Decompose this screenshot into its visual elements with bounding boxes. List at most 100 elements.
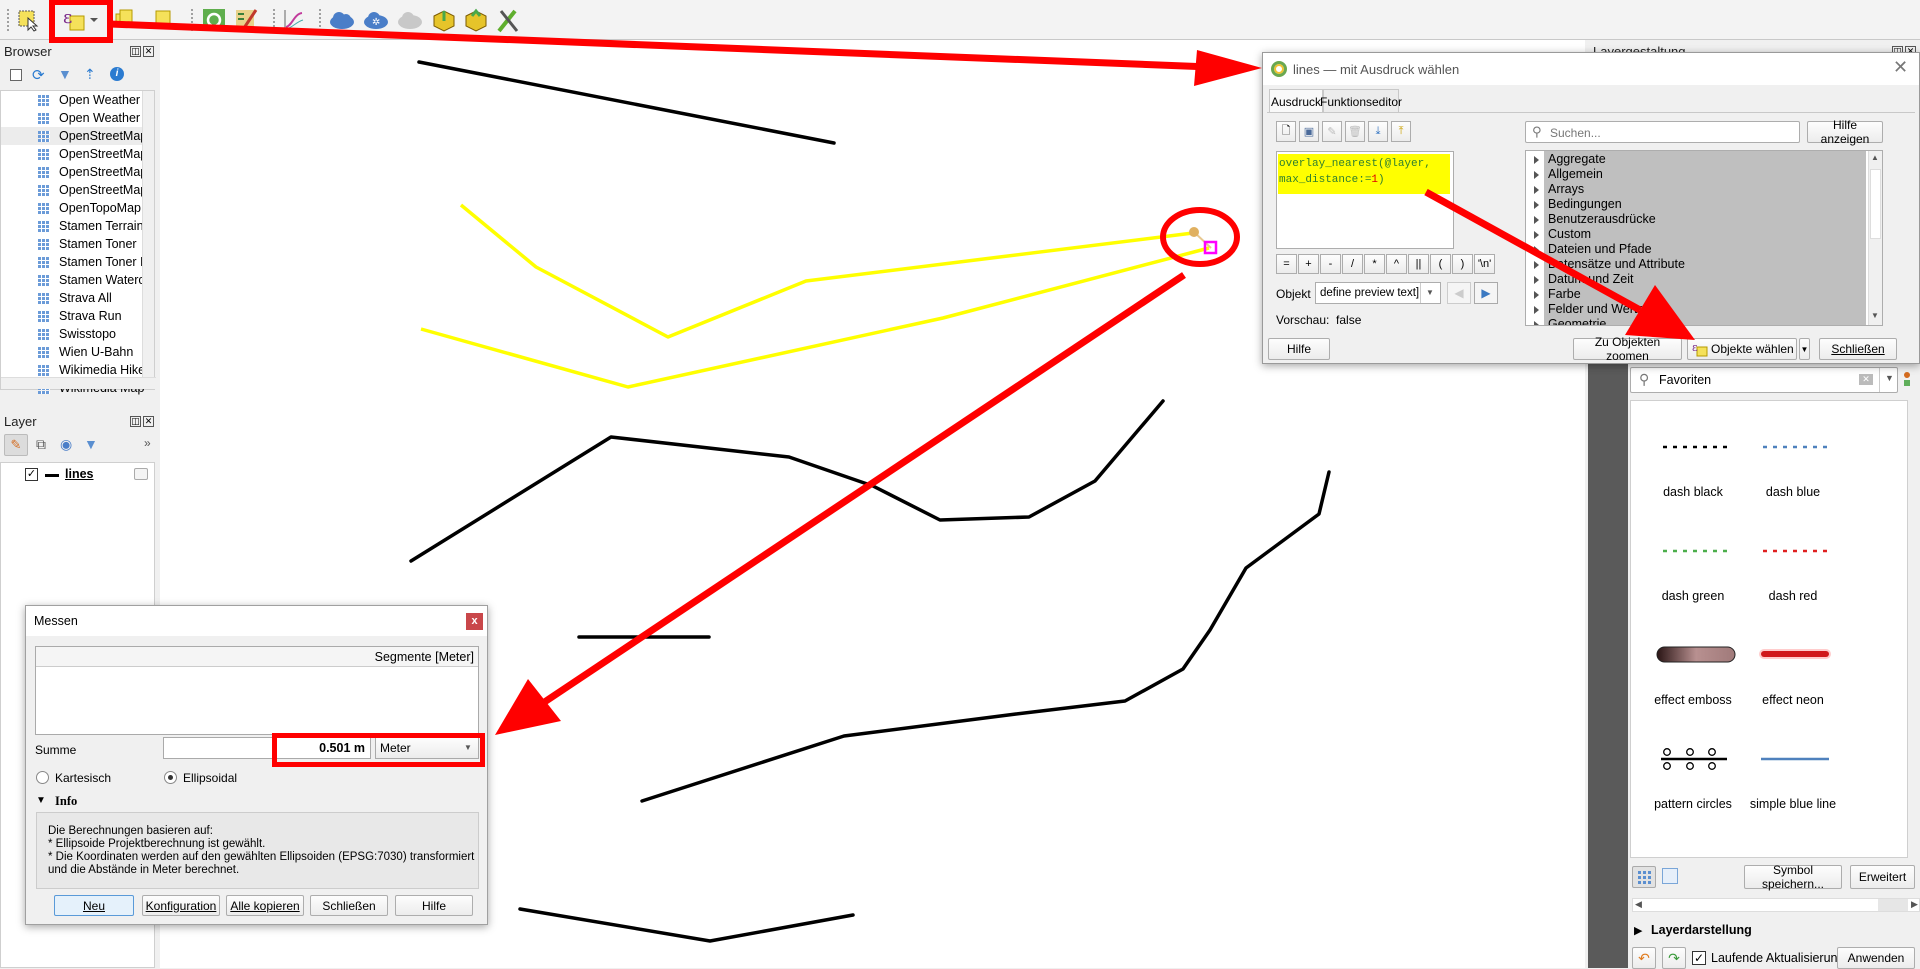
import-icon[interactable]: ⤓ <box>1368 121 1388 142</box>
browser-item[interactable]: Stamen Watercolor <box>1 271 154 289</box>
select-by-value-icon[interactable] <box>112 6 140 34</box>
browser-item[interactable]: Strava All <box>1 289 154 307</box>
float-panel-icon[interactable]: ◫ <box>130 46 141 57</box>
refresh-icon[interactable]: ⟳ <box>32 66 45 84</box>
dropdown-arrow-icon[interactable]: ▼ <box>1885 373 1894 383</box>
configuration-button[interactable]: Konfiguration <box>142 895 220 916</box>
close-button[interactable]: Schließen <box>1819 338 1897 360</box>
delete-icon[interactable]: 🗑 <box>1345 121 1365 142</box>
function-group-item[interactable]: Dateien und Pfade <box>1526 242 1866 257</box>
deselect-icon[interactable] <box>150 6 178 34</box>
collapse-arrow-icon[interactable]: ▼ <box>36 795 46 806</box>
operator-button[interactable]: ^ <box>1386 254 1407 274</box>
tab-function-editor[interactable]: Funktionseditor <box>1320 89 1402 113</box>
expand-arrow-icon[interactable]: ▶ <box>1634 924 1642 937</box>
processing-tools-icon[interactable] <box>494 6 522 34</box>
function-group-item[interactable]: Arrays <box>1526 182 1866 197</box>
function-group-item[interactable]: Custom <box>1526 227 1866 242</box>
select-by-expression-icon[interactable]: ε <box>60 6 88 34</box>
symbol-search-input[interactable]: ⚲ Favoriten ✕ ▼ <box>1630 367 1898 393</box>
select-features-icon[interactable] <box>14 6 42 34</box>
filter-legend-icon[interactable]: ▼ <box>84 436 98 452</box>
operator-button[interactable]: '\n' <box>1474 254 1495 274</box>
advanced-button[interactable]: Erweitert <box>1850 865 1915 889</box>
new-file-icon[interactable]: 🗋 <box>1276 121 1296 142</box>
filter-icon[interactable]: ▼ <box>58 66 72 82</box>
list-view-button[interactable] <box>1662 868 1678 884</box>
next-feature-button[interactable]: ▶ <box>1474 282 1498 304</box>
undo-icon[interactable]: ↶ <box>1632 947 1656 969</box>
layer-name[interactable]: lines <box>65 467 94 481</box>
zoom-to-features-button[interactable]: Zu Objekten zoomen <box>1573 335 1682 363</box>
redo-icon[interactable]: ↷ <box>1662 947 1686 969</box>
layer-visibility-checkbox[interactable]: ✓ <box>25 468 38 481</box>
browser-item[interactable]: Open Weather Map <box>1 109 154 127</box>
float-panel-icon[interactable]: ◫ <box>130 416 141 427</box>
browser-item[interactable]: OpenTopoMap <box>1 199 154 217</box>
function-group-item[interactable]: Geometrie <box>1526 317 1866 325</box>
operator-button[interactable]: ) <box>1452 254 1473 274</box>
operator-button[interactable]: + <box>1298 254 1319 274</box>
profile-tool-icon[interactable] <box>280 6 308 34</box>
horizontal-scrollbar[interactable]: ◀ ▶ <box>1632 898 1920 912</box>
expression-editor[interactable]: overlay_nearest(@layer, max_distance:=1) <box>1276 151 1454 249</box>
icon-view-button[interactable] <box>1632 866 1656 888</box>
function-group-item[interactable]: Felder und Werte <box>1526 302 1866 317</box>
symbol-item[interactable]: simple blue line <box>1743 733 1843 833</box>
symbol-item[interactable]: pattern circles <box>1643 733 1743 833</box>
layer-indicator-icon[interactable] <box>134 468 148 480</box>
export-icon[interactable]: ⤒ <box>1391 121 1411 142</box>
close-button[interactable]: Schließen <box>310 895 388 916</box>
object-select[interactable]: define preview text] ▼ <box>1315 282 1441 304</box>
layer-item[interactable]: ✓ lines <box>1 465 154 485</box>
add-layer-icon[interactable] <box>430 6 458 34</box>
operator-button[interactable]: - <box>1320 254 1341 274</box>
function-group-item[interactable]: Datensätze und Attribute <box>1526 257 1866 272</box>
browser-item[interactable]: OpenStreetMap <box>1 163 154 181</box>
browser-item[interactable]: Stamen Toner <box>1 235 154 253</box>
browser-item[interactable]: Strava Run <box>1 307 154 325</box>
close-panel-icon[interactable]: ✕ <box>143 46 154 57</box>
save-icon[interactable]: ▣ <box>1299 121 1319 142</box>
browser-item[interactable]: OpenStreetMap <box>1 145 154 163</box>
visibility-icon[interactable]: ◉ <box>60 436 72 453</box>
close-panel-icon[interactable]: ✕ <box>143 416 154 427</box>
browser-item[interactable]: Open Weather Map <box>1 91 154 109</box>
cloud-icon[interactable] <box>328 6 356 34</box>
apply-button[interactable]: Anwenden <box>1837 947 1915 969</box>
browser-item[interactable]: Stamen Terrain <box>1 217 154 235</box>
layer-rendering-section[interactable]: Layerdarstellung <box>1651 923 1752 937</box>
previous-feature-button[interactable]: ◀ <box>1447 282 1471 304</box>
info-section-toggle[interactable]: Info <box>55 794 77 809</box>
dropdown-arrow-icon[interactable] <box>88 6 100 34</box>
symbol-item[interactable]: dash blue <box>1743 421 1843 521</box>
clear-search-icon[interactable]: ✕ <box>1859 374 1873 385</box>
vertical-scrollbar[interactable]: ▲ ▼ <box>1868 151 1882 325</box>
cloud-sync-icon[interactable] <box>396 6 424 34</box>
copy-all-button[interactable]: Alle kopieren <box>226 895 304 916</box>
operator-button[interactable]: || <box>1408 254 1429 274</box>
help-button[interactable]: Hilfe <box>395 895 473 916</box>
operator-button[interactable]: ( <box>1430 254 1451 274</box>
symbol-item[interactable]: dash black <box>1643 421 1743 521</box>
vertical-scrollbar[interactable] <box>142 91 154 379</box>
help-button[interactable]: Hilfe <box>1268 338 1330 360</box>
function-group-item[interactable]: Aggregate <box>1526 152 1866 167</box>
collapse-all-icon[interactable]: ⇡ <box>84 66 96 83</box>
operator-button[interactable]: = <box>1276 254 1297 274</box>
live-update-checkbox[interactable]: ✓ <box>1692 951 1706 965</box>
browser-item[interactable]: Swisstopo <box>1 325 154 343</box>
function-group-item[interactable]: Datum und Zeit <box>1526 272 1866 287</box>
function-group-item[interactable]: Allgemein <box>1526 167 1866 182</box>
toolbar-handle[interactable] <box>6 8 10 32</box>
browser-item[interactable]: OpenStreetMap <box>1 181 154 199</box>
new-button[interactable]: Neu <box>54 895 134 916</box>
tab-expression[interactable]: Ausdruck <box>1269 89 1323 113</box>
add-group-icon[interactable]: ⧉ <box>36 436 46 453</box>
browser-item[interactable]: Stamen Toner Lite <box>1 253 154 271</box>
symbol-item[interactable]: dash red <box>1743 525 1843 625</box>
symbol-item[interactable]: dash green <box>1643 525 1743 625</box>
add-selected-icon[interactable] <box>10 69 22 81</box>
close-icon[interactable]: ✕ <box>1893 57 1908 78</box>
operator-button[interactable]: / <box>1342 254 1363 274</box>
